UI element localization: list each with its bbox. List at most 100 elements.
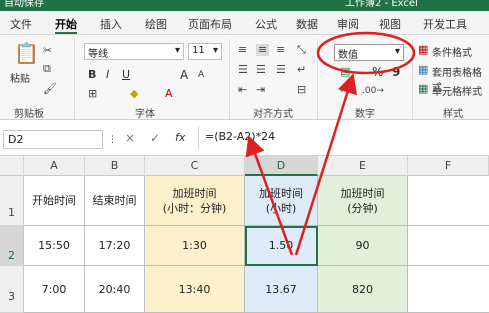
tab-view[interactable]: 视图 [379,16,401,32]
column-header-f[interactable]: F [408,156,489,176]
column-header-c[interactable]: C [145,156,245,176]
borders-icon[interactable]: ⊞ [88,88,97,100]
comma-style-button[interactable]: 9 [392,65,400,79]
alignment-group-label: 对齐方式 [253,109,293,120]
percent-button[interactable]: % [372,65,383,79]
name-box-value: D2 [8,133,24,146]
tab-file[interactable]: 文件 [10,16,32,32]
cell-d3[interactable]: 13.67 [245,266,318,313]
cell-styles-icon[interactable]: ▦ [418,83,428,95]
cell-b2[interactable]: 17:20 [85,226,145,266]
underline-button[interactable]: U [122,68,130,81]
font-size-value: 11 [192,45,205,56]
tab-draw[interactable]: 绘图 [145,16,167,32]
select-all-corner[interactable] [0,156,24,176]
enter-button[interactable]: ✓ [150,131,160,145]
cell-c3[interactable]: 13:40 [145,266,245,313]
chevron-down-icon: ▾ [212,45,218,56]
column-header-b[interactable]: B [85,156,145,176]
align-left-icon[interactable]: ☰ [238,64,248,76]
cell-d1[interactable]: 加班时间 (小时) [245,176,318,226]
format-as-table-icon[interactable]: ▦ [418,64,428,76]
tab-developer[interactable]: 开发工具 [423,16,467,32]
name-box[interactable]: D2 [3,130,103,149]
decrease-decimal-icon[interactable]: .00→ [362,85,384,97]
align-middle-icon[interactable]: ≡ [256,44,270,56]
align-center-icon[interactable]: ☰ [256,64,266,76]
paste-icon[interactable]: 📋 [14,42,39,64]
copy-icon[interactable]: ⧉ [43,63,51,75]
column-header-d[interactable]: D [245,156,318,176]
cell-e2[interactable]: 90 [318,226,408,266]
align-bottom-icon[interactable]: ≡ [276,44,285,56]
divider [74,39,75,119]
cell-c1[interactable]: 加班时间 (小时：分钟) [145,176,245,226]
number-format-select[interactable]: 数值 ▾ [334,44,404,61]
tab-formulas[interactable]: 公式 [255,16,277,32]
paste-button[interactable]: 粘贴 [10,70,30,85]
align-right-icon[interactable]: ☰ [276,64,286,76]
shrink-font-button[interactable]: A [198,70,204,80]
cell-styles-button[interactable]: 单元格样式 [432,83,482,98]
row-header-2[interactable]: 2 [0,226,24,266]
cell-d2[interactable]: 1.50 [245,226,318,266]
ribbon: 📋 粘贴 ✂ ⧉ 🖌 剪贴板 等线 ▾ 11 ▾ B I U A A ⊞ ◆ A 字… [0,35,489,120]
ribbon-tabs: 文件 开始 插入 绘图 页面布局 公式 数据 审阅 视图 开发工具 [0,11,489,35]
currency-icon[interactable]: ▤ [340,66,350,78]
increase-decimal-icon[interactable]: ←.0 [340,85,356,97]
cell-a1[interactable]: 开始时间 [24,176,85,226]
tab-insert[interactable]: 插入 [100,16,122,32]
font-size-select[interactable]: 11 ▾ [188,43,222,60]
cancel-button[interactable]: × [125,131,135,145]
cell-a3[interactable]: 7:00 [24,266,85,313]
wrap-text-icon[interactable]: ↵ [297,64,306,76]
window-title: 工作簿2 - Excel [345,0,418,9]
cell-f2[interactable] [408,226,489,266]
cell-e1[interactable]: 加班时间 (分钟) [318,176,408,226]
styles-group-label: 样式 [443,109,463,120]
italic-button[interactable]: I [106,68,109,81]
chevron-down-icon: ▾ [174,45,180,56]
tab-data[interactable]: 数据 [296,16,318,32]
tab-page-layout[interactable]: 页面布局 [188,16,232,32]
more-icon[interactable]: ⋮ [108,134,117,146]
conditional-format-button[interactable]: 条件格式 [432,44,472,59]
active-tab-indicator [55,32,77,34]
grow-font-button[interactable]: A [180,68,188,82]
format-painter-icon[interactable]: 🖌 [43,83,57,95]
row-header-3[interactable]: 3 [0,266,24,313]
chevron-down-icon: ▾ [394,46,400,57]
autosave-label[interactable]: 自动保存 [4,0,44,9]
conditional-format-icon[interactable]: ▦ [418,44,428,56]
formula-input[interactable]: =(B2-A2)*24 [205,130,275,143]
cell-a2[interactable]: 15:50 [24,226,85,266]
divider [412,39,413,119]
column-header-a[interactable]: A [24,156,85,176]
cut-icon[interactable]: ✂ [43,45,52,57]
font-color-icon[interactable]: A [165,88,173,100]
decrease-indent-icon[interactable]: ⇤ [238,84,247,96]
bold-button[interactable]: B [88,68,96,81]
cell-e3[interactable]: 820 [318,266,408,313]
increase-indent-icon[interactable]: ⇥ [256,84,265,96]
orientation-icon[interactable]: ⤡ [297,44,306,56]
cell-b3[interactable]: 20:40 [85,266,145,313]
cell-b1[interactable]: 结束时间 [85,176,145,226]
column-header-e[interactable]: E [318,156,408,176]
cell-f3[interactable] [408,266,489,313]
cell-c2[interactable]: 1:30 [145,226,245,266]
fill-color-icon[interactable]: ◆ [130,88,138,100]
number-format-value: 数值 [338,50,358,61]
font-group-label: 字体 [135,109,155,120]
tab-home[interactable]: 开始 [55,16,77,32]
cell-f1[interactable] [408,176,489,226]
clipboard-group-label: 剪贴板 [14,109,44,120]
tab-review[interactable]: 审阅 [337,16,359,32]
row-header-1[interactable]: 1 [0,176,24,226]
merge-center-icon[interactable]: ⊟ [297,84,306,96]
insert-function-button[interactable]: fx [175,131,185,144]
divider [229,39,230,119]
formula-bar: D2 ⋮ × ✓ fx =(B2-A2)*24 [0,120,489,156]
font-name-select[interactable]: 等线 ▾ [84,43,184,60]
align-top-icon[interactable]: ≡ [238,44,247,56]
